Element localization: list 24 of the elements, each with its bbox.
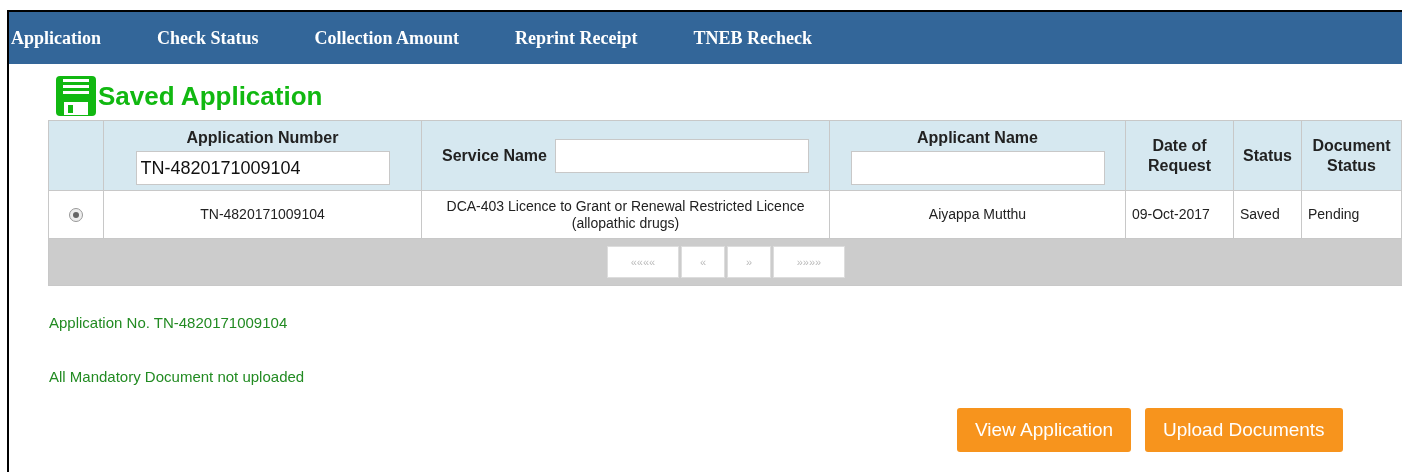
nav-link[interactable]: Collection Amount xyxy=(314,24,460,52)
table-cell: 09-Oct-2017 xyxy=(1132,206,1210,223)
column-header: Status xyxy=(1243,145,1292,166)
column-header: Document Status xyxy=(1311,135,1392,176)
table-cell: Pending xyxy=(1308,206,1360,223)
filter-field[interactable] xyxy=(555,138,809,173)
table-cell-text: DCA-403 Licence to Grant or Renewal Restricted Licence (allopathic drugs) xyxy=(445,197,806,232)
page-title: Saved Application xyxy=(98,79,323,113)
nav-link[interactable]: Check Status xyxy=(157,24,259,52)
column-header: Applicant Name xyxy=(917,128,1038,148)
nav-link[interactable]: TNEB Recheck xyxy=(693,24,813,52)
table-cell: Aiyappa Mutthu xyxy=(928,206,1027,223)
nav-link[interactable]: Reprint Receipt xyxy=(515,24,638,52)
message-text: Application No. TN-4820171009104 xyxy=(49,313,289,333)
filter-field[interactable] xyxy=(850,151,1105,185)
table-cell: TN-4820171009104 xyxy=(200,206,325,223)
column-header: Service Name xyxy=(442,145,547,166)
radio-button[interactable] xyxy=(69,207,83,222)
column-header: Date of Request xyxy=(1146,135,1213,176)
table-cell: Saved xyxy=(1240,206,1280,223)
column-header: Application Number xyxy=(186,128,339,148)
nav-link[interactable]: Application xyxy=(11,24,102,52)
message-text: All Mandatory Document not uploaded xyxy=(49,366,306,387)
filter-field[interactable]: TN-4820171009104 xyxy=(135,151,390,185)
